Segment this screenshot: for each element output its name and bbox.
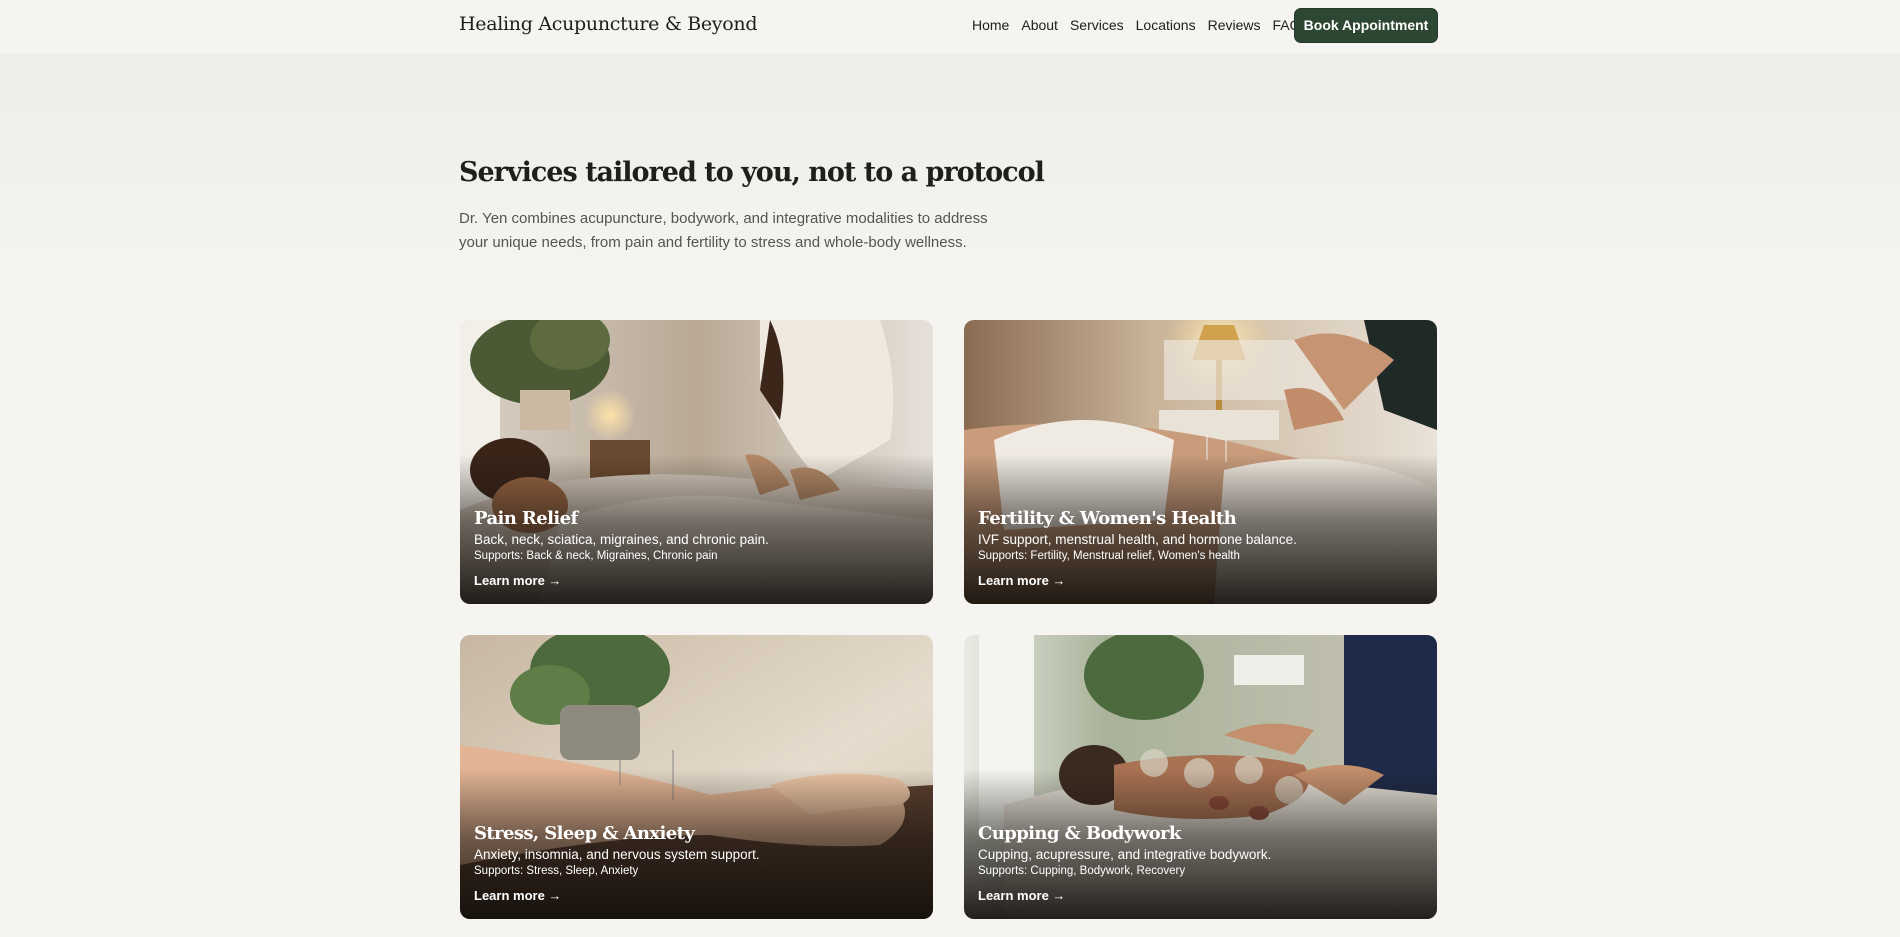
main-nav: Home About Services Locations Reviews FA… bbox=[972, 17, 1313, 33]
nav-about[interactable]: About bbox=[1021, 17, 1058, 33]
service-card-cupping[interactable]: Cupping & Bodywork Cupping, acupressure,… bbox=[964, 635, 1437, 919]
nav-reviews[interactable]: Reviews bbox=[1208, 17, 1261, 33]
card-description: Cupping, acupressure, and integrative bo… bbox=[978, 847, 1272, 862]
nav-services[interactable]: Services bbox=[1070, 17, 1124, 33]
nav-locations[interactable]: Locations bbox=[1136, 17, 1196, 33]
card-supports: Supports: Back & neck, Migraines, Chroni… bbox=[474, 550, 718, 562]
card-description: Back, neck, sciatica, migraines, and chr… bbox=[474, 532, 769, 547]
card-title: Fertility & Women's Health bbox=[978, 508, 1237, 529]
service-card-pain-relief[interactable]: Pain Relief Back, neck, sciatica, migrai… bbox=[460, 320, 933, 604]
nav-home[interactable]: Home bbox=[972, 17, 1009, 33]
learn-more-link[interactable]: Learn more → bbox=[978, 888, 1065, 904]
service-card-fertility[interactable]: Fertility & Women's Health IVF support, … bbox=[964, 320, 1437, 604]
learn-more-link[interactable]: Learn more → bbox=[474, 573, 561, 589]
card-description: Anxiety, insomnia, and nervous system su… bbox=[474, 847, 760, 862]
book-appointment-button[interactable]: Book Appointment bbox=[1294, 8, 1438, 43]
card-title: Stress, Sleep & Anxiety bbox=[474, 823, 695, 844]
page-title: Services tailored to you, not to a proto… bbox=[459, 157, 1045, 188]
card-supports: Supports: Stress, Sleep, Anxiety bbox=[474, 865, 639, 877]
intro-text: Dr. Yen combines acupuncture, bodywork, … bbox=[459, 210, 988, 251]
card-description: IVF support, menstrual health, and hormo… bbox=[978, 532, 1297, 547]
learn-more-link[interactable]: Learn more → bbox=[474, 888, 561, 904]
service-card-stress-sleep[interactable]: Stress, Sleep & Anxiety Anxiety, insomni… bbox=[460, 635, 933, 919]
learn-more-link[interactable]: Learn more → bbox=[978, 573, 1065, 589]
card-supports: Supports: Cupping, Bodywork, Recovery bbox=[978, 865, 1186, 877]
brand-logo[interactable]: Healing Acupuncture & Beyond bbox=[459, 13, 757, 35]
card-supports: Supports: Fertility, Menstrual relief, W… bbox=[978, 550, 1240, 562]
card-title: Pain Relief bbox=[474, 508, 578, 529]
card-title: Cupping & Bodywork bbox=[978, 823, 1181, 844]
site-header: Healing Acupuncture & Beyond Home About … bbox=[0, 0, 1900, 54]
